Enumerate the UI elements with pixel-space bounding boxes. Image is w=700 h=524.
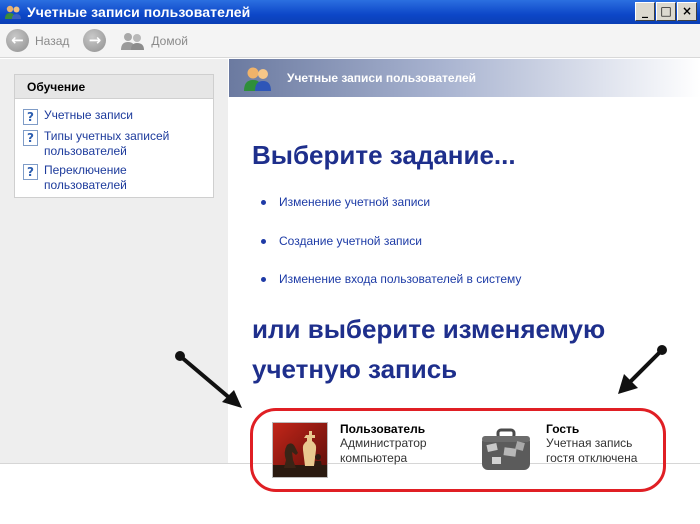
sidebar-item-label: Переключение (44, 163, 127, 177)
pick-account-heading-line1: или выберите изменяемую (252, 314, 606, 344)
task-link: Создание учетной записи (279, 234, 422, 248)
window-title: Учетные записи пользователей (27, 4, 251, 20)
account-name: Гость (546, 422, 580, 436)
help-icon: ? (23, 109, 38, 125)
minimize-button[interactable]: _ (635, 2, 655, 21)
bullet (261, 199, 266, 205)
pick-account-heading-line2: учетную запись (252, 354, 458, 384)
user-accounts-window: Учетные записи пользователей _ □ × ← Наз… (0, 0, 700, 524)
chess-icon (272, 422, 328, 478)
account-description: Администратор (340, 436, 427, 450)
suitcase-icon (478, 422, 534, 478)
window-controls: _ □ × (635, 2, 697, 21)
back-arrow-icon: ← (6, 29, 29, 52)
sidebar-item-label: пользователей (44, 144, 127, 158)
content-header: Учетные записи пользователей (229, 59, 700, 97)
home-label: Домой (151, 33, 188, 48)
account-description: гостя отключена (546, 451, 638, 465)
task-create-account[interactable]: Создание учетной записи (261, 234, 422, 248)
task-link: Изменение входа пользователей в систему (279, 272, 522, 286)
maximize-button[interactable]: □ (656, 2, 676, 21)
account-tile-user[interactable]: Пользователь Администратор компьютера (272, 422, 427, 478)
users-icon (4, 4, 22, 20)
back-label: Назад (35, 33, 70, 48)
sidebar-item-label: Типы учетных записей (44, 129, 170, 143)
close-button[interactable]: × (677, 2, 697, 21)
sidebar-item-accounts[interactable]: ? Учетные записи (23, 108, 133, 125)
user-accounts-icon (243, 64, 273, 92)
title-bar[interactable]: Учетные записи пользователей _ □ × (0, 0, 700, 24)
sidebar-item-switch-users[interactable]: ? Переключение пользователей (23, 163, 127, 193)
bullet (261, 276, 266, 282)
task-change-logon[interactable]: Изменение входа пользователей в систему (261, 272, 521, 286)
back-button[interactable]: ← Назад (6, 29, 69, 52)
home-users-icon (120, 31, 146, 51)
help-icon: ? (23, 164, 38, 180)
forward-button[interactable]: → (83, 29, 107, 52)
task-link: Изменение учетной записи (279, 195, 431, 209)
bullet (261, 238, 266, 244)
forward-arrow-icon: → (83, 29, 107, 52)
task-change-account[interactable]: Изменение учетной записи (261, 195, 430, 209)
annotation-arrow-right (618, 345, 667, 394)
learn-about-panel: Обучение ? Учетные записи ? Типы учетных… (14, 74, 214, 198)
annotation-arrow-left (175, 351, 242, 408)
navigation-toolbar: ← Назад → Домой (0, 24, 700, 58)
help-icon: ? (23, 130, 38, 146)
account-name: Пользователь (340, 422, 426, 436)
sidebar-item-label: пользователей (44, 178, 127, 192)
account-description: Учетная запись (546, 436, 633, 450)
home-button[interactable]: Домой (120, 31, 188, 51)
sidebar-item-account-types[interactable]: ? Типы учетных записей пользователей (23, 129, 169, 159)
pick-task-heading: Выберите задание... (252, 140, 516, 170)
account-tile-guest[interactable]: Гость Учетная запись гостя отключена (478, 422, 637, 478)
sidebar-item-label: Учетные записи (44, 108, 133, 122)
learn-heading: Обучение (15, 75, 213, 99)
account-description: компьютера (340, 451, 408, 465)
header-title: Учетные записи пользователей (287, 71, 477, 85)
